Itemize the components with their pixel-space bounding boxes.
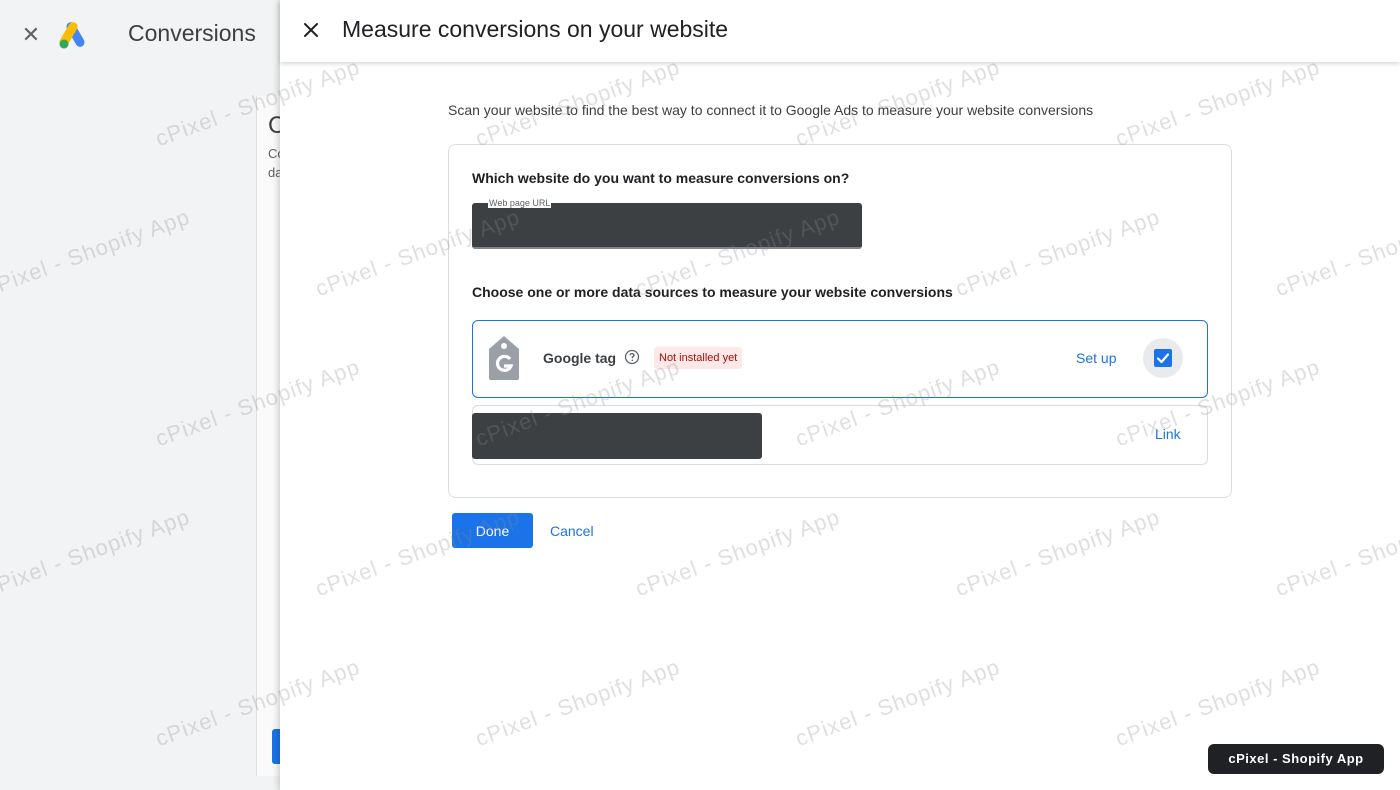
setup-link[interactable]: Set up xyxy=(1076,350,1116,366)
url-input[interactable] xyxy=(472,203,862,247)
second-source-row[interactable]: Link xyxy=(472,405,1208,465)
done-button[interactable]: Done xyxy=(452,513,533,548)
intro-text: Scan your website to find the best way t… xyxy=(448,102,1094,118)
google-tag-row[interactable]: Google tag Not installed yet Set up xyxy=(472,320,1208,398)
url-field[interactable]: Web page URL xyxy=(472,198,862,249)
google-tag-checkbox[interactable] xyxy=(1143,338,1183,378)
panel-title: Measure conversions on your website xyxy=(342,16,729,42)
website-question: Which website do you want to measure con… xyxy=(472,170,850,186)
measure-conversions-panel: Measure conversions on your website Scan… xyxy=(280,0,1400,790)
watermark-badge: cPixel - Shopify App xyxy=(1208,744,1384,774)
status-badge: Not installed yet xyxy=(654,347,743,369)
checkbox-checked-icon xyxy=(1154,349,1172,367)
google-tag-name: Google tag xyxy=(543,350,617,366)
close-icon[interactable] xyxy=(298,17,324,43)
panel-header: Measure conversions on your website xyxy=(280,0,1400,62)
app-title: Conversions xyxy=(128,20,256,46)
redacted-source-name xyxy=(472,413,762,459)
link-link[interactable]: Link xyxy=(1155,426,1181,442)
website-card: Which website do you want to measure con… xyxy=(448,144,1232,498)
sources-question: Choose one or more data sources to measu… xyxy=(472,284,953,300)
cancel-button[interactable]: Cancel xyxy=(542,513,602,548)
help-icon[interactable] xyxy=(624,349,640,365)
google-ads-logo xyxy=(59,22,85,49)
google-tag-icon xyxy=(489,336,519,380)
close-icon[interactable]: ✕ xyxy=(18,22,44,48)
